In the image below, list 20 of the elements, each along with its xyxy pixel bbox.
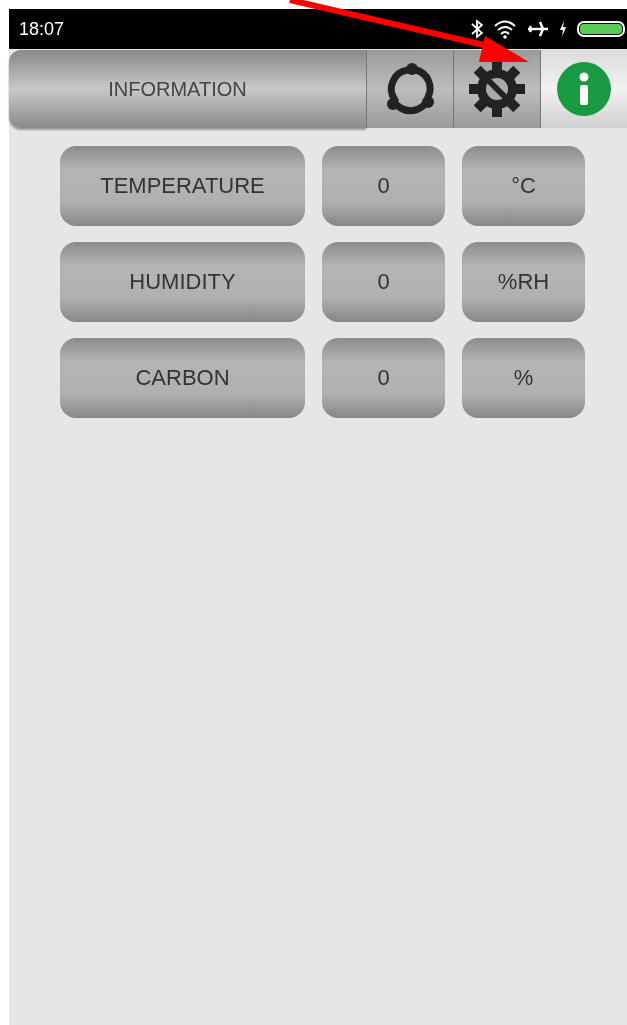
charging-icon [559,21,567,37]
bluetooth-icon [471,19,483,39]
reading-value: 0 [322,242,445,322]
toolbar-tab[interactable] [366,50,453,128]
toolbar-tab[interactable] [453,50,540,128]
reading-unit: % [462,338,585,418]
page-title: INFORMATION [108,77,247,101]
reading-unit: %RH [462,242,585,322]
airplane-icon [527,19,549,39]
reading-label: TEMPERATURE [60,146,305,226]
reading-value: 0 [322,338,445,418]
reading-label: CARBON [60,338,305,418]
settings-icon [467,59,527,119]
battery-icon [577,20,627,38]
info-icon [556,61,612,117]
reading-label: HUMIDITY [60,242,305,322]
status-time: 18:07 [19,18,65,40]
wifi-icon [493,19,517,39]
reading-unit: °C [462,146,585,226]
reading-value: 0 [322,146,445,226]
